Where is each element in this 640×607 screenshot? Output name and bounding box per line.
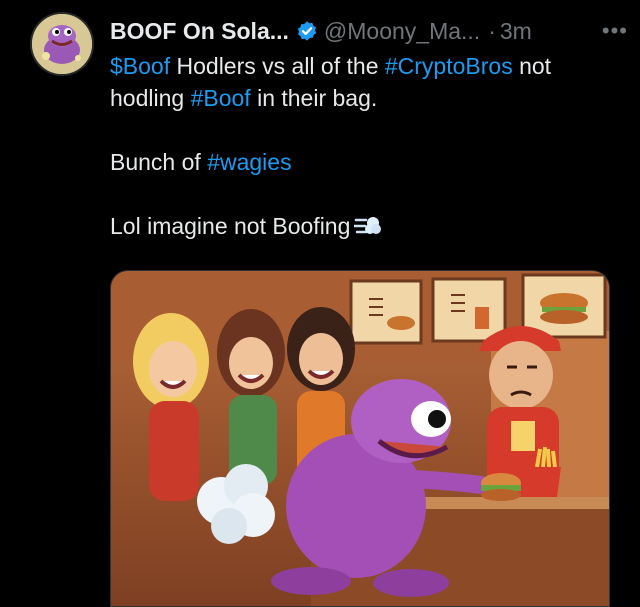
- text-segment: in their bag.: [250, 85, 378, 111]
- tweet-header: BOOF On Sola... @Moony_Ma... · 3m •••: [110, 14, 628, 48]
- frog-avatar-icon: [32, 14, 92, 74]
- cartoon-illustration: [111, 271, 609, 606]
- more-options-icon[interactable]: •••: [602, 20, 628, 42]
- tweet-line-4: Lol imagine not Boofing: [110, 210, 630, 242]
- menu-board: [349, 273, 607, 345]
- separator-dot: ·: [488, 17, 496, 44]
- tweet-text: $Boof Hodlers vs all of the #CryptoBros …: [110, 50, 630, 242]
- text-segment: not: [512, 53, 552, 79]
- hashtag-boof[interactable]: #Boof: [191, 85, 251, 111]
- text-segment: Lol imagine not Boofing: [110, 213, 351, 239]
- dashing-away-icon: [354, 217, 382, 234]
- verified-badge-icon: [297, 21, 317, 41]
- avatar[interactable]: [30, 12, 94, 76]
- tweet-line-1: $Boof Hodlers vs all of the #CryptoBros …: [110, 50, 630, 82]
- text-segment: hodling: [110, 85, 191, 111]
- author-handle[interactable]: @Moony_Ma...: [324, 18, 480, 45]
- cashtag-boof[interactable]: $Boof: [110, 53, 170, 79]
- display-name[interactable]: BOOF On Sola...: [110, 18, 289, 45]
- burger-icon: [481, 473, 521, 501]
- tweet-line-3: Bunch of #wagies: [110, 146, 630, 178]
- tweet-media-image[interactable]: [110, 270, 610, 607]
- tweet-line-2: hodling #Boof in their bag.: [110, 82, 630, 114]
- hashtag-wagies[interactable]: #wagies: [207, 149, 291, 175]
- hashtag-cryptobros[interactable]: #CryptoBros: [385, 53, 513, 79]
- text-segment: Hodlers vs all of the: [170, 53, 385, 79]
- text-segment: Bunch of: [110, 149, 208, 175]
- timestamp[interactable]: 3m: [500, 18, 532, 45]
